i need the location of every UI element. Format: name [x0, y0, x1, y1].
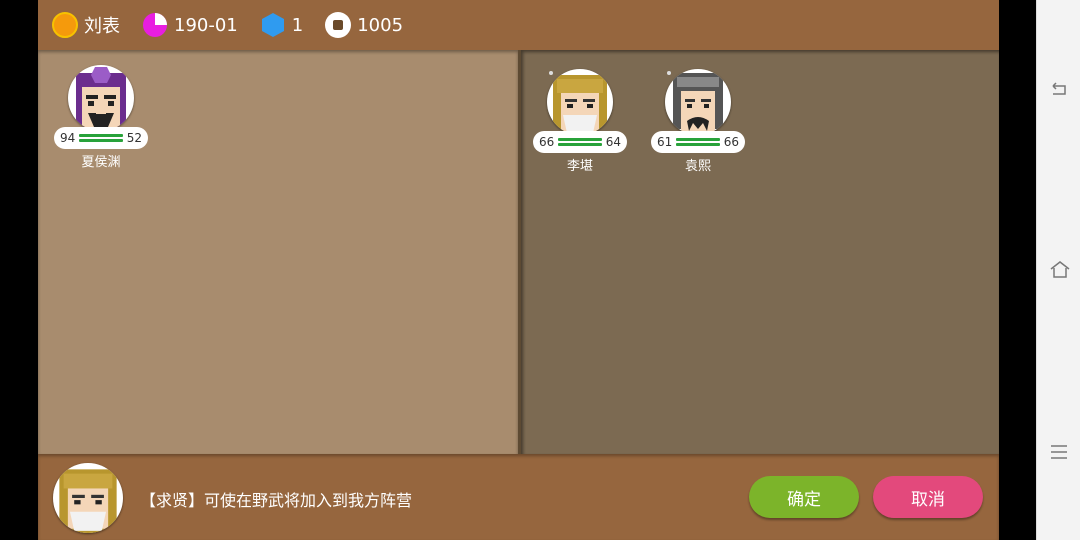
stat-left: 66 — [539, 135, 555, 149]
back-icon[interactable] — [1049, 80, 1069, 100]
gem-value: 1 — [291, 14, 304, 36]
marker-dot — [667, 71, 671, 75]
stat-right: 52 — [126, 131, 142, 145]
game-screen: 刘表 190-01 1 1005 94 52 夏侯渊 66 64 李堪 61 6… — [38, 0, 999, 540]
gem-hexagon-icon — [261, 13, 284, 37]
general-card[interactable]: 94 52 夏侯渊 — [46, 65, 156, 170]
top-status-bar: 刘表 190-01 1 1005 — [38, 0, 999, 50]
bottom-action-bar: 【求贤】可使在野武将加入到我方阵营 确定 取消 — [38, 454, 999, 540]
general-portrait — [547, 69, 613, 135]
gold-helmet-general-icon — [553, 75, 607, 135]
general-portrait — [68, 65, 134, 131]
confirm-button[interactable]: 确定 — [749, 476, 859, 518]
lord-name: 刘表 — [84, 16, 120, 37]
date-stat: 190-01 — [142, 12, 238, 38]
system-nav-bar — [1036, 0, 1080, 540]
general-stat-row: 61 66 — [651, 131, 745, 153]
cancel-button[interactable]: 取消 — [873, 476, 983, 518]
stat-right: 64 — [605, 135, 621, 149]
stat-bars — [558, 136, 602, 148]
selected-general-portrait — [53, 463, 123, 533]
general-card[interactable]: 61 66 袁熙 — [643, 69, 753, 174]
gray-helmet-general-icon — [673, 73, 723, 135]
general-name: 李堪 — [566, 159, 593, 174]
general-card[interactable]: 66 64 李堪 — [525, 69, 635, 174]
menu-icon[interactable] — [1049, 442, 1069, 462]
coin-stat: 1005 — [325, 12, 403, 38]
lord-stat: 刘表 — [52, 12, 120, 38]
stat-bars — [79, 132, 123, 144]
coin-value: 1005 — [357, 14, 404, 36]
coin-icon — [325, 12, 352, 38]
home-icon[interactable] — [1049, 260, 1070, 280]
stat-right: 66 — [723, 135, 739, 149]
date-value: 190-01 — [174, 14, 238, 36]
calendar-pie-icon — [143, 13, 167, 37]
general-portrait — [665, 69, 731, 135]
stat-bars — [676, 136, 720, 148]
faction-icon — [52, 12, 78, 38]
left-panel-own-generals: 94 52 夏侯渊 — [38, 50, 518, 454]
stat-left: 94 — [60, 131, 76, 145]
right-panel-wild-generals: 66 64 李堪 61 66 袁熙 — [521, 50, 999, 454]
general-name: 夏侯渊 — [81, 155, 121, 170]
purple-helmet-general-icon — [76, 67, 126, 131]
stat-left: 61 — [657, 135, 673, 149]
general-name: 袁熙 — [684, 159, 711, 174]
gem-stat: 1 — [260, 12, 303, 38]
gold-helmet-general-icon — [59, 469, 117, 533]
general-stat-row: 66 64 — [533, 131, 627, 153]
action-description: 【求贤】可使在野武将加入到我方阵营 — [140, 491, 413, 510]
marker-dot — [549, 71, 553, 75]
general-stat-row: 94 52 — [54, 127, 148, 149]
